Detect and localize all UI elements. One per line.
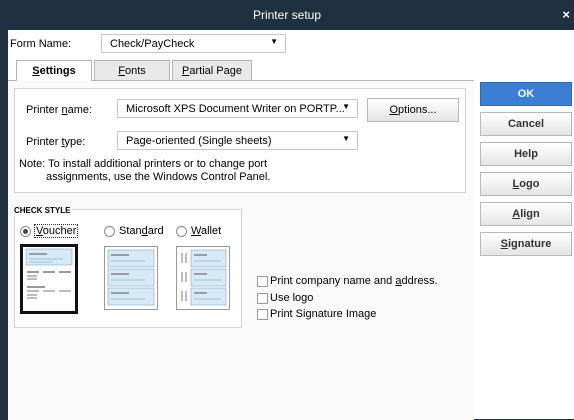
printer-name-dropdown[interactable]: Microsoft XPS Document Writer on PORTP..… [117, 99, 358, 118]
options-button[interactable]: Options... [367, 98, 459, 122]
print-company-name-label[interactable]: Print company name and address. [270, 275, 438, 287]
printer-type-value: Page-oriented (Single sheets) [126, 135, 272, 147]
voucher-preview[interactable] [20, 244, 78, 314]
print-signature-label[interactable]: Print Signature Image [270, 308, 376, 320]
voucher-preview-icon [25, 248, 73, 299]
form-name-dropdown[interactable]: Check/PayCheck ▼ [101, 34, 286, 53]
wallet-label[interactable]: Wallet [191, 225, 221, 237]
ok-button[interactable]: OK [480, 82, 572, 106]
use-logo-label[interactable]: Use logo [270, 292, 313, 304]
standard-radio[interactable] [104, 226, 115, 237]
logo-button[interactable]: Logo [480, 172, 572, 196]
tab-fonts[interactable]: Fonts [94, 60, 170, 80]
cancel-button[interactable]: Cancel [480, 112, 572, 136]
printer-name-value: Microsoft XPS Document Writer on PORTP..… [126, 103, 345, 115]
chevron-down-icon: ▼ [342, 134, 350, 143]
tab-partial-page[interactable]: Partial Page [172, 60, 252, 80]
radio-selected-dot [23, 229, 28, 234]
printer-name-label: Printer name: [26, 104, 93, 116]
check-style-box: CHECK STYLE Voucher Standard Wallet [14, 206, 242, 328]
chevron-down-icon: ▼ [342, 102, 350, 111]
printer-box: Printer name: Microsoft XPS Document Wri… [14, 88, 466, 193]
settings-panel: Printer name: Microsoft XPS Document Wri… [8, 80, 474, 420]
check-style-heading: CHECK STYLE [14, 206, 73, 215]
wallet-radio[interactable] [176, 226, 187, 237]
standard-preview[interactable] [104, 246, 158, 310]
standard-label[interactable]: Standard [119, 225, 164, 237]
tab-settings[interactable]: Settings [16, 60, 92, 81]
signature-button[interactable]: Signature [480, 232, 572, 256]
wallet-preview[interactable] [176, 246, 230, 310]
form-name-value: Check/PayCheck [110, 38, 195, 50]
help-button[interactable]: Help [480, 142, 572, 166]
voucher-label[interactable]: Voucher [34, 224, 79, 238]
print-company-name-checkbox[interactable] [257, 276, 268, 287]
title-bar: Printer setup × [0, 0, 574, 30]
align-button[interactable]: Align [480, 202, 572, 226]
window-title: Printer setup [252, 8, 322, 22]
printer-type-dropdown[interactable]: Page-oriented (Single sheets) ▼ [117, 131, 358, 150]
wallet-preview-icon [181, 249, 227, 306]
note-line-1: Note: To install additional printers or … [19, 158, 268, 170]
standard-preview-icon [107, 249, 155, 306]
printer-type-label: Printer type: [26, 136, 86, 148]
form-name-label: Form Name: [10, 38, 72, 50]
voucher-radio[interactable] [20, 226, 31, 237]
use-logo-checkbox[interactable] [257, 293, 268, 304]
printer-setup-dialog: Form Name: Check/PayCheck ▼ Settings Fon… [8, 30, 574, 420]
print-signature-checkbox[interactable] [257, 309, 268, 320]
close-icon[interactable]: × [562, 7, 570, 22]
chevron-down-icon: ▼ [270, 37, 278, 46]
note-line-2: assignments, use the Windows Control Pan… [46, 171, 271, 183]
